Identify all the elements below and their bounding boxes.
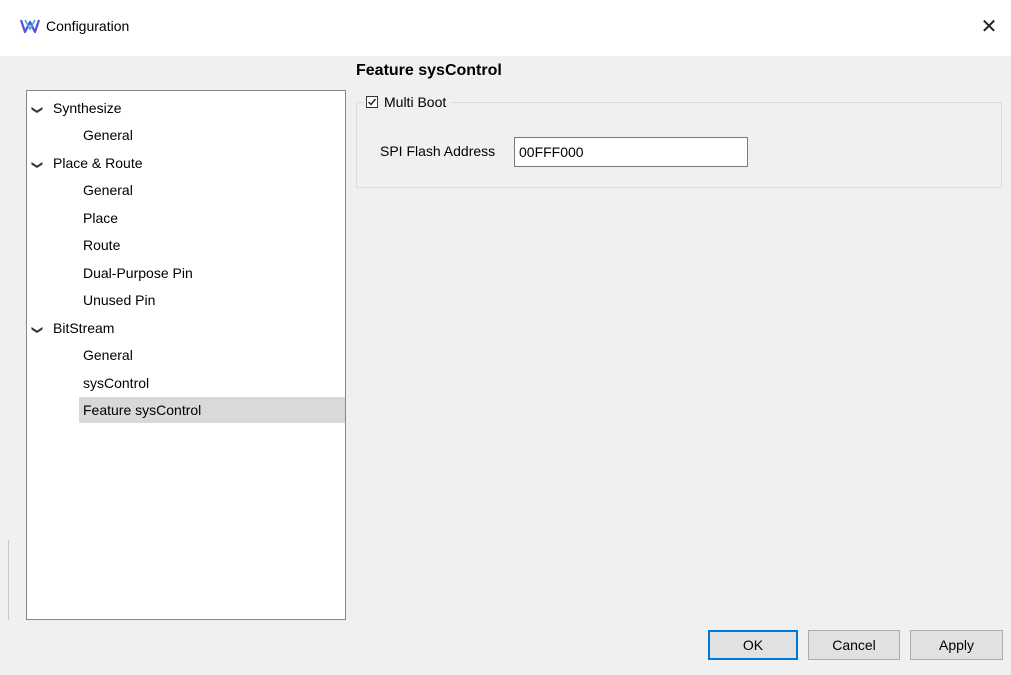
tree-item-syscontrol[interactable]: sysControl xyxy=(79,370,149,396)
tree-item-feature-syscontrol[interactable]: Feature sysControl xyxy=(79,397,345,423)
tree-item-dual-purpose-pin[interactable]: Dual-Purpose Pin xyxy=(79,260,193,286)
window-edge xyxy=(8,540,9,620)
check-icon xyxy=(368,98,377,106)
tree-item-label: Place & Route xyxy=(53,155,143,171)
gowin-logo-icon xyxy=(20,19,40,34)
tree-item-label: BitStream xyxy=(53,320,115,336)
tree-item-label: Unused Pin xyxy=(83,292,156,308)
tree-item-unused-pin[interactable]: Unused Pin xyxy=(79,287,155,313)
tree-item-label: Synthesize xyxy=(53,100,122,116)
chevron-down-icon[interactable]: ❯ xyxy=(24,102,50,118)
multi-boot-checkbox[interactable] xyxy=(366,96,378,108)
close-icon: ✕ xyxy=(980,15,998,38)
cancel-button[interactable]: Cancel xyxy=(808,630,900,660)
spi-flash-address-label: SPI Flash Address xyxy=(380,143,496,159)
panel-title: Feature sysControl xyxy=(356,62,502,79)
ok-button[interactable]: OK xyxy=(708,630,798,660)
tree-item-synthesize[interactable]: ❯ Synthesize xyxy=(29,95,121,121)
tree-item-label: sysControl xyxy=(83,375,150,391)
multi-boot-checkbox-row[interactable]: Multi Boot xyxy=(364,92,451,112)
title-bar: Configuration ✕ xyxy=(0,0,1011,56)
chevron-down-icon[interactable]: ❯ xyxy=(24,157,50,173)
apply-button[interactable]: Apply xyxy=(910,630,1003,660)
tree-item-label: Dual-Purpose Pin xyxy=(83,265,193,281)
chevron-down-icon[interactable]: ❯ xyxy=(24,322,50,338)
tree-item-label: Feature sysControl xyxy=(83,402,202,418)
tree-item-label: General xyxy=(83,182,133,198)
tree-item-pnr-general[interactable]: General xyxy=(79,177,133,203)
tree-item-label: Place xyxy=(83,210,119,226)
multi-boot-label: Multi Boot xyxy=(384,94,447,110)
tree-item-synthesize-general[interactable]: General xyxy=(79,122,133,148)
tree-item-label: General xyxy=(83,347,133,363)
tree-item-label: General xyxy=(83,127,133,143)
close-button[interactable]: ✕ xyxy=(967,8,1011,44)
tree-item-bitstream[interactable]: ❯ BitStream xyxy=(29,315,114,341)
tree-item-route[interactable]: Route xyxy=(79,232,120,258)
window-title: Configuration xyxy=(46,18,130,34)
tree-item-bitstream-general[interactable]: General xyxy=(79,342,133,368)
tree-item-place-route[interactable]: ❯ Place & Route xyxy=(29,150,143,176)
spi-flash-address-input[interactable] xyxy=(514,137,748,167)
tree-item-place[interactable]: Place xyxy=(79,205,118,231)
tree-item-label: Route xyxy=(83,237,121,253)
settings-tree[interactable]: ❯ Synthesize General ❯ Place & Route Gener… xyxy=(26,90,346,620)
